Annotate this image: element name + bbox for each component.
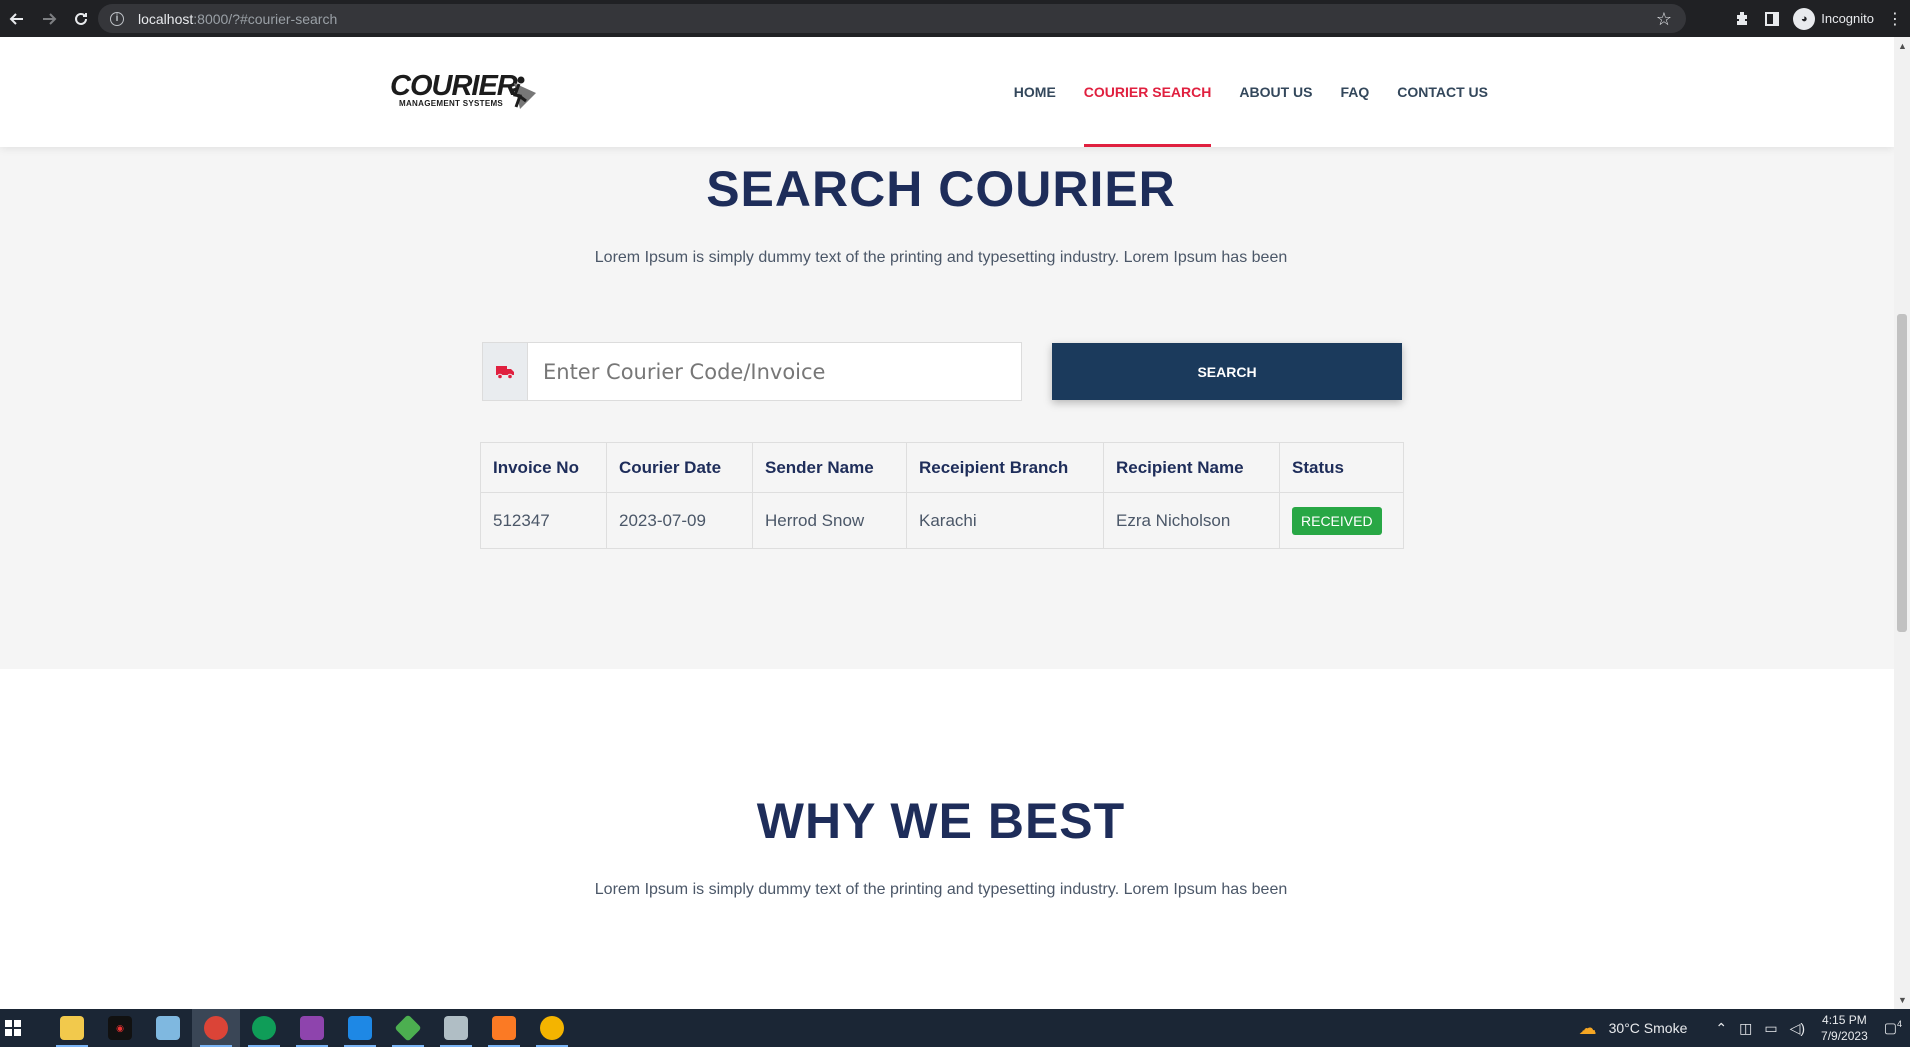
results-table: Invoice No Courier Date Sender Name Rece…: [480, 442, 1404, 549]
clock-date: 7/9/2023: [1821, 1029, 1868, 1043]
taskbar-chrome-2[interactable]: [240, 1009, 288, 1047]
folder-icon: [60, 1016, 84, 1040]
chevron-up-icon[interactable]: ⌃: [1715, 1020, 1727, 1037]
courier-runner-icon: [509, 76, 536, 109]
cell-recipient-name: Ezra Nicholson: [1103, 492, 1280, 549]
chrome-icon: [204, 1016, 228, 1040]
nav-contact-us[interactable]: CONTACT US: [1383, 37, 1502, 147]
url-text: localhost:8000/?#courier-search: [138, 11, 337, 27]
app-icon: [156, 1016, 180, 1040]
windows-logo-icon: [5, 1020, 21, 1036]
taskbar-clock[interactable]: 4:15 PM 7/9/2023: [1821, 1012, 1868, 1044]
why-section-description: Lorem Ipsum is simply dummy text of the …: [594, 881, 1288, 898]
profile-button[interactable]: ◕ Incognito: [1793, 7, 1874, 30]
vscode-icon: [348, 1016, 372, 1040]
site-info-icon[interactable]: i: [110, 11, 124, 26]
search-section-description: Lorem Ipsum is simply dummy text of the …: [594, 249, 1288, 266]
meet-now-icon[interactable]: ◫: [1739, 1020, 1752, 1037]
table-row: 512347 2023-07-09 Herrod Snow Karachi Ez…: [480, 492, 1404, 549]
column-header-status: Status: [1279, 442, 1404, 493]
taskbar-app-3[interactable]: [144, 1009, 192, 1047]
url-host: localhost: [138, 10, 194, 27]
taskbar-app-9[interactable]: [432, 1009, 480, 1047]
column-header-courier-date: Courier Date: [606, 442, 753, 493]
search-section-title: SEARCH COURIER: [706, 161, 1176, 217]
address-bar[interactable]: i localhost:8000/?#courier-search ☆: [98, 4, 1686, 33]
weather-text[interactable]: 30°C Smoke: [1609, 1020, 1688, 1036]
table-header-row: Invoice No Courier Date Sender Name Rece…: [480, 442, 1404, 493]
windows-taskbar: ◉ ☁ 30°C Smoke ⌃ ◫ ▭ ◁) 4:15 PM 7/9/2023…: [0, 1009, 1910, 1047]
chrome-icon: [252, 1016, 276, 1040]
nav-about-us[interactable]: ABOUT US: [1225, 37, 1326, 147]
side-panel-icon[interactable]: [1757, 4, 1787, 34]
nav-home[interactable]: HOME: [1000, 37, 1070, 147]
start-button[interactable]: [0, 1009, 26, 1047]
cell-invoice-no: 512347: [480, 492, 607, 549]
column-header-recipient-name: Recipient Name: [1103, 442, 1280, 493]
nav-faq[interactable]: FAQ: [1326, 37, 1383, 147]
page-viewport: COURIER MANAGEMENT SYSTEMS HOME COURIER …: [0, 37, 1894, 1009]
kebab-menu-icon[interactable]: ⋮: [1880, 4, 1910, 34]
truck-icon: [483, 343, 528, 400]
cell-courier-date: 2023-07-09: [606, 492, 753, 549]
incognito-icon: ◕: [1793, 7, 1816, 30]
clock-time: 4:15 PM: [1822, 1013, 1867, 1027]
xampp-icon: [492, 1016, 516, 1040]
git-icon: [394, 1014, 422, 1042]
scroll-up-arrow-icon[interactable]: ▲: [1898, 41, 1907, 51]
nav-courier-search[interactable]: COURIER SEARCH: [1070, 37, 1226, 147]
back-arrow-icon: [9, 12, 23, 25]
back-button[interactable]: [2, 4, 32, 34]
network-icon[interactable]: ▭: [1764, 1020, 1777, 1037]
taskbar-app-6[interactable]: [288, 1009, 336, 1047]
taskbar-chrome-1[interactable]: [192, 1009, 240, 1047]
browser-toolbar: i localhost:8000/?#courier-search ☆ ◕ In…: [0, 0, 1910, 37]
page-scrollbar[interactable]: ▲ ▼: [1894, 37, 1910, 1009]
taskbar-chrome-3[interactable]: [528, 1009, 576, 1047]
notification-icon[interactable]: ▢4: [1884, 1019, 1902, 1037]
taskbar-app-2[interactable]: ◉: [96, 1009, 144, 1047]
app-icon: [444, 1016, 468, 1040]
app-icon: [300, 1016, 324, 1040]
main-nav: HOME COURIER SEARCH ABOUT US FAQ CONTACT…: [1000, 37, 1502, 147]
column-header-sender-name: Sender Name: [752, 442, 907, 493]
app-icon: ◉: [108, 1016, 132, 1040]
taskbar-xampp[interactable]: [480, 1009, 528, 1047]
site-logo[interactable]: COURIER MANAGEMENT SYSTEMS: [390, 71, 540, 117]
cell-recipient-branch: Karachi: [906, 492, 1104, 549]
chrome-icon: [540, 1016, 564, 1040]
url-path: :8000/?#courier-search: [193, 10, 338, 27]
notification-count: 4: [1896, 1019, 1902, 1030]
taskbar-git[interactable]: [384, 1009, 432, 1047]
search-button[interactable]: SEARCH: [1052, 343, 1402, 400]
forward-button[interactable]: [34, 4, 64, 34]
site-header: COURIER MANAGEMENT SYSTEMS HOME COURIER …: [0, 37, 1894, 147]
taskbar-vscode[interactable]: [336, 1009, 384, 1047]
scroll-down-arrow-icon[interactable]: ▼: [1898, 995, 1907, 1005]
volume-icon[interactable]: ◁): [1790, 1020, 1805, 1037]
status-badge: RECEIVED: [1292, 506, 1382, 535]
cell-sender-name: Herrod Snow: [752, 492, 907, 549]
why-section-title: WHY WE BEST: [756, 793, 1126, 849]
scroll-thumb[interactable]: [1897, 314, 1907, 632]
system-tray: ☁ 30°C Smoke ⌃ ◫ ▭ ◁) 4:15 PM 7/9/2023 ▢…: [1573, 1009, 1910, 1047]
courier-code-input[interactable]: [528, 343, 1021, 400]
cell-status: RECEIVED: [1279, 492, 1404, 549]
courier-search-field: [482, 342, 1022, 401]
profile-label: Incognito: [1821, 11, 1874, 26]
taskbar-file-explorer[interactable]: [48, 1009, 96, 1047]
weather-icon[interactable]: ☁: [1579, 1018, 1597, 1039]
forward-arrow-icon: [43, 12, 57, 25]
extensions-icon[interactable]: [1727, 4, 1757, 34]
reload-button[interactable]: [66, 4, 96, 34]
bookmark-star-icon[interactable]: ☆: [1656, 9, 1672, 30]
reload-icon: [75, 12, 87, 25]
column-header-recipient-branch: Receipient Branch: [906, 442, 1104, 493]
column-header-invoice-no: Invoice No: [480, 442, 607, 493]
